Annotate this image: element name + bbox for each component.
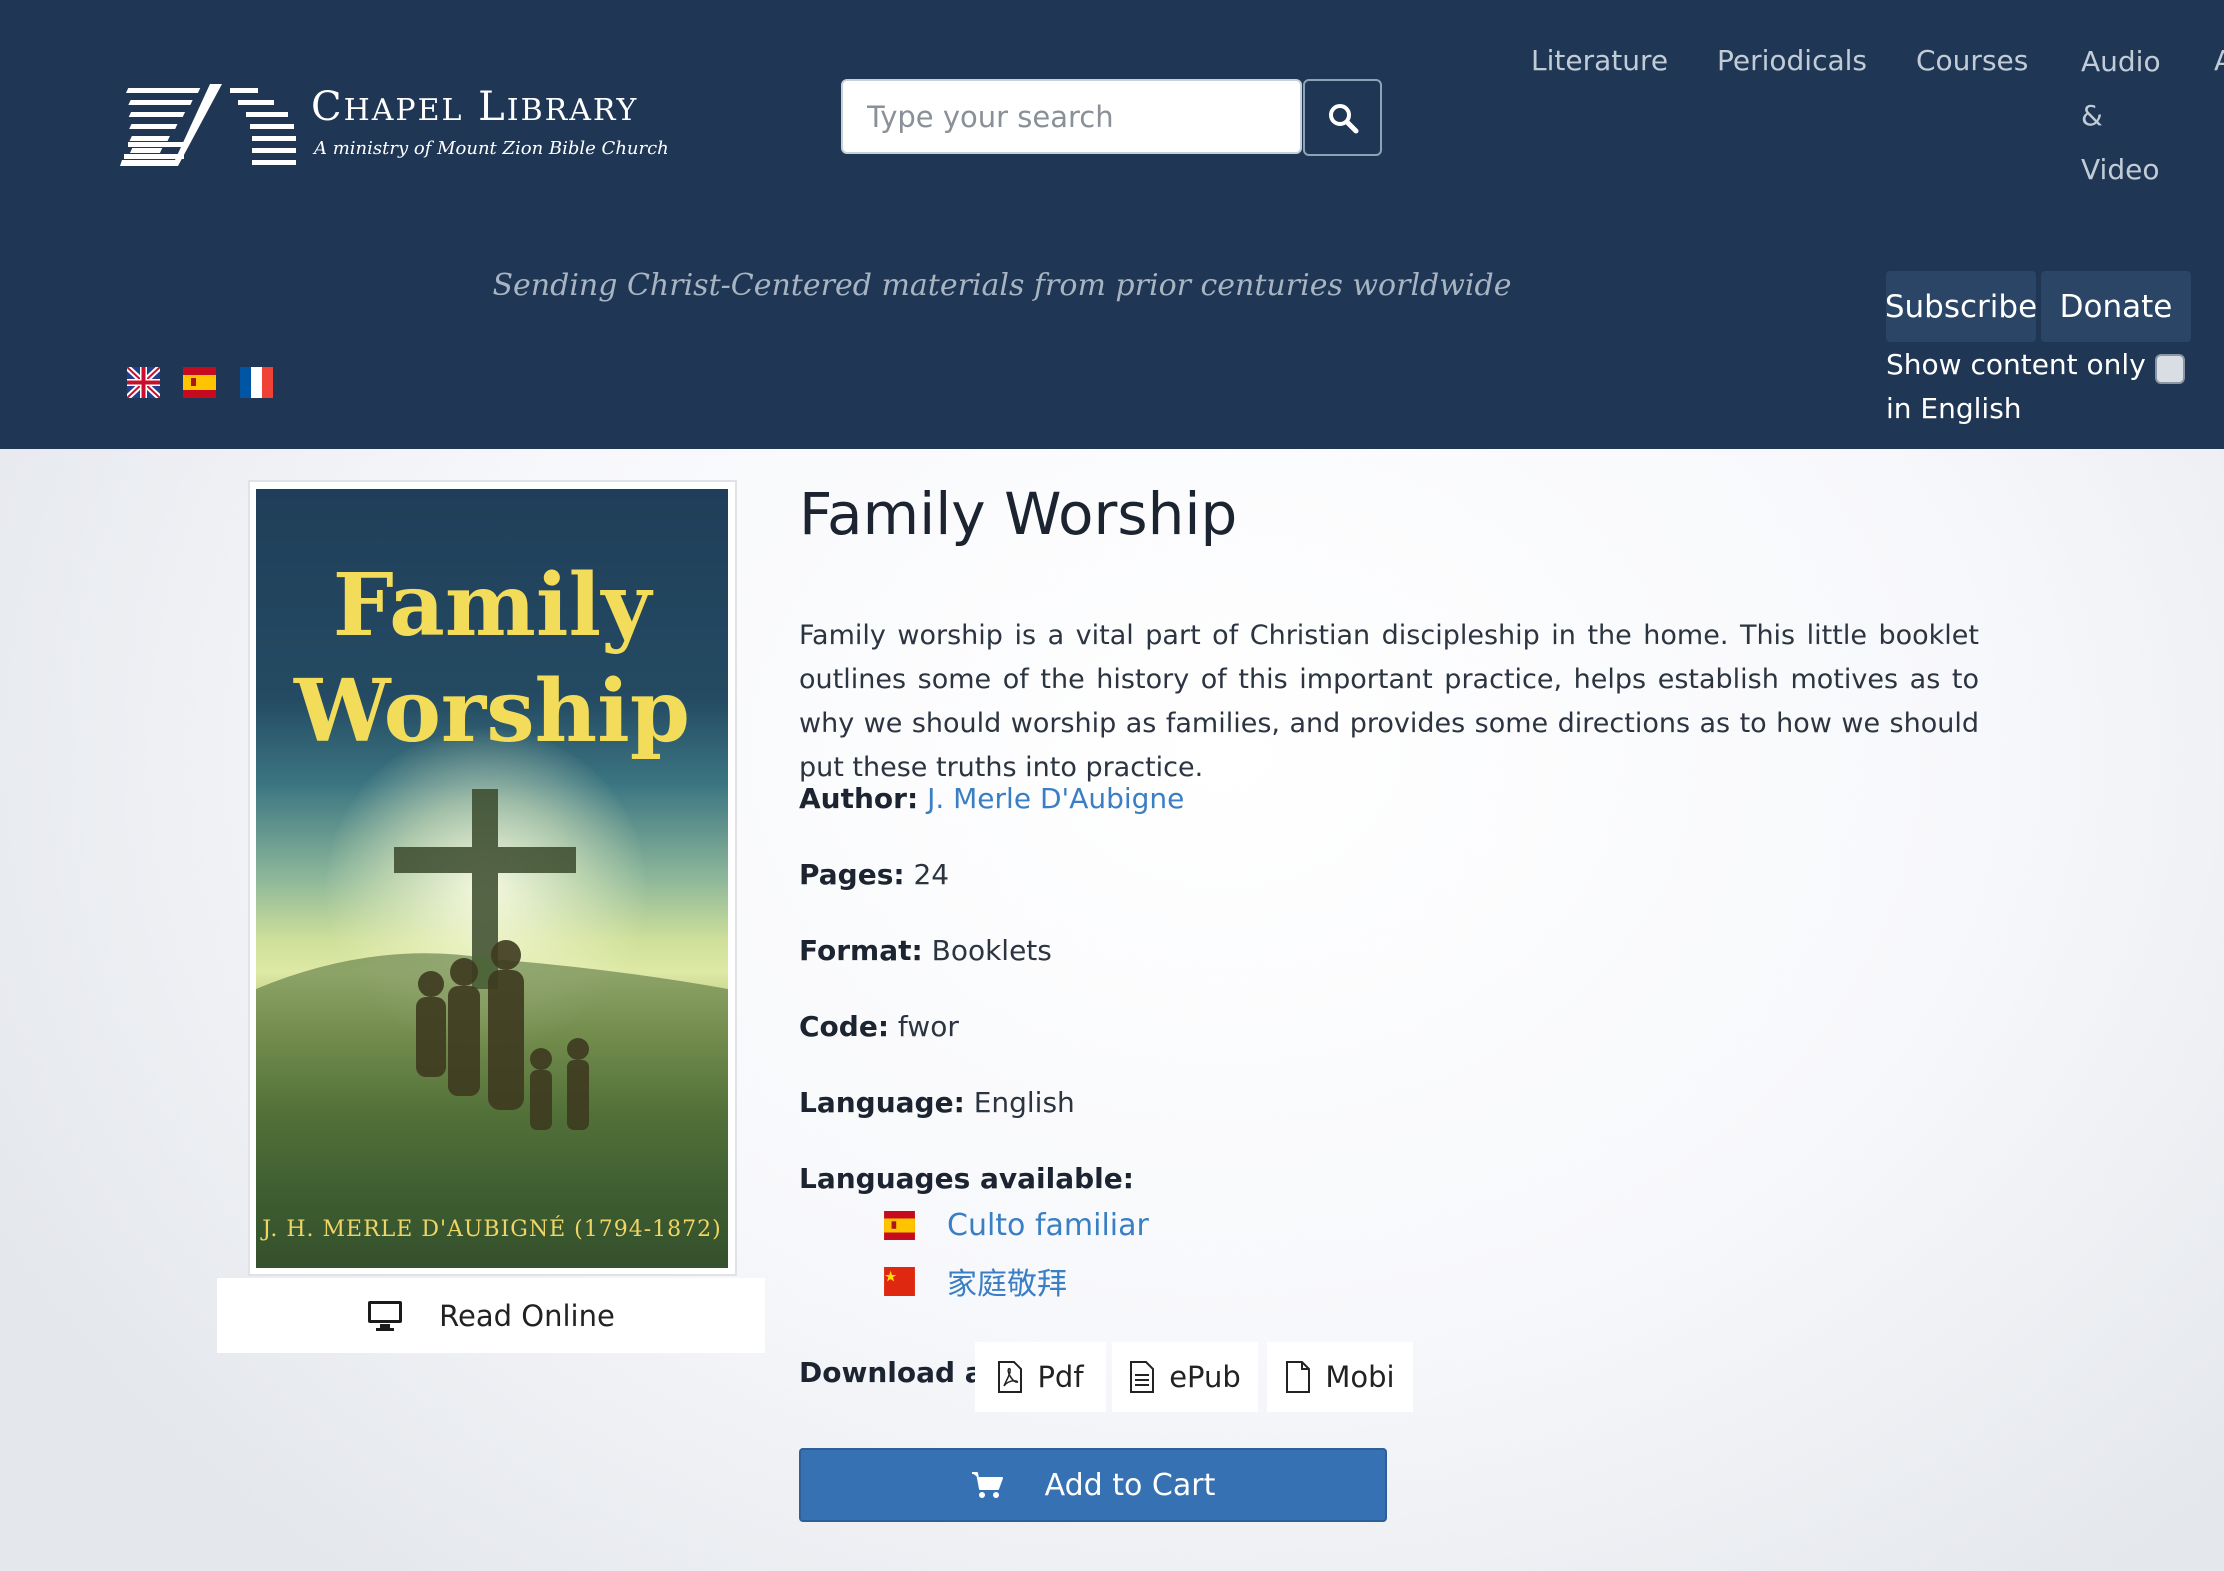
search-input[interactable] xyxy=(841,79,1302,154)
format-value: Booklets xyxy=(931,934,1052,967)
search-button[interactable] xyxy=(1303,79,1382,156)
languages-available-label: Languages available: xyxy=(799,1162,1134,1195)
download-mobi-button[interactable]: Mobi xyxy=(1267,1342,1413,1412)
cover-author: J. H. MERLE D'AUBIGNÉ (1794-1872) xyxy=(262,1217,722,1242)
nav-audio-video-line: Video xyxy=(2081,153,2160,186)
nav-courses[interactable]: Courses xyxy=(1916,44,2028,77)
download-epub-button[interactable]: ePub xyxy=(1112,1342,1258,1412)
uk-flag-icon[interactable] xyxy=(127,367,160,398)
logo-mark-icon xyxy=(120,84,296,166)
cover-title-line1: Family xyxy=(332,555,652,656)
nav-literature[interactable]: Literature xyxy=(1531,44,1668,77)
code-value: fwor xyxy=(897,1010,959,1043)
nav-audio-video-line: & xyxy=(2081,99,2103,132)
book-title: Family Worship xyxy=(799,480,1238,548)
chapel-library-logo[interactable]: CHAPEL LIBRARY A ministry of Mount Zion … xyxy=(118,76,669,176)
book-cover-image[interactable]: Family Worship J. H. MERLE D'AUBIGNÉ (17… xyxy=(256,489,728,1268)
pages-row: Pages: 24 xyxy=(799,858,949,891)
china-flag-icon xyxy=(884,1266,915,1296)
spain-flag-icon xyxy=(884,1211,915,1240)
donate-button[interactable]: Donate xyxy=(2041,271,2191,342)
logo-wordmark: CHAPEL LIBRARY xyxy=(311,84,639,130)
language-row: Language: English xyxy=(799,1086,1075,1119)
english-only-checkbox[interactable] xyxy=(2155,354,2185,384)
monitor-icon xyxy=(368,1300,403,1331)
language-value: English xyxy=(973,1086,1075,1119)
author-row: Author: J. Merle D'Aubigne xyxy=(799,782,1184,815)
format-label: Format: xyxy=(799,934,923,967)
code-label: Code: xyxy=(799,1010,890,1043)
read-online-button[interactable]: Read Online xyxy=(217,1278,765,1353)
format-row: Format: Booklets xyxy=(799,934,1052,967)
book-description: Family worship is a vital part of Christ… xyxy=(799,620,1979,783)
add-to-cart-button[interactable]: Add to Cart xyxy=(799,1448,1387,1522)
pdf-file-icon xyxy=(998,1361,1023,1393)
author-link[interactable]: J. Merle D'Aubigne xyxy=(927,782,1184,815)
download-epub-label: ePub xyxy=(1169,1360,1241,1394)
add-to-cart-label: Add to Cart xyxy=(1044,1467,1216,1503)
nav-audio-video-line: Audio xyxy=(2081,45,2161,78)
text-file-icon xyxy=(1130,1361,1155,1393)
pages-value: 24 xyxy=(913,858,950,891)
download-mobi-label: Mobi xyxy=(1325,1360,1395,1394)
english-only-label: Show content only in English xyxy=(1886,348,2146,425)
cover-title-line2: Worship xyxy=(294,661,690,762)
shopping-cart-icon xyxy=(971,1472,1003,1498)
download-pdf-button[interactable]: Pdf xyxy=(975,1342,1106,1412)
code-row: Code: fwor xyxy=(799,1010,959,1043)
france-flag-icon[interactable] xyxy=(240,367,273,398)
logo-tagline: A ministry of Mount Zion Bible Church xyxy=(314,138,669,159)
nav-periodicals[interactable]: Periodicals xyxy=(1717,44,1867,77)
languages-available-heading: Languages available: xyxy=(799,1162,1134,1195)
pages-label: Pages: xyxy=(799,858,905,891)
read-online-label: Read Online xyxy=(439,1298,615,1333)
language-option-chinese[interactable]: 家庭敬拜 xyxy=(884,1259,1067,1303)
nav-audio-video[interactable]: Audio & Video xyxy=(2081,35,2161,197)
author-label: Author: xyxy=(799,782,919,815)
subscribe-button[interactable]: Subscribe xyxy=(1885,271,2037,342)
language-option-link[interactable]: Culto familiar xyxy=(947,1208,1149,1243)
nav-more[interactable]: A xyxy=(2214,44,2224,77)
search-icon xyxy=(1328,103,1358,133)
language-label: Language: xyxy=(799,1086,965,1119)
site-header: CHAPEL LIBRARY A ministry of Mount Zion … xyxy=(0,0,2224,449)
spain-flag-icon[interactable] xyxy=(183,367,216,398)
language-option-link[interactable]: 家庭敬拜 xyxy=(947,1259,1067,1303)
download-pdf-label: Pdf xyxy=(1037,1360,1084,1394)
file-icon xyxy=(1286,1361,1311,1393)
language-option-spanish[interactable]: Culto familiar xyxy=(884,1208,1149,1243)
